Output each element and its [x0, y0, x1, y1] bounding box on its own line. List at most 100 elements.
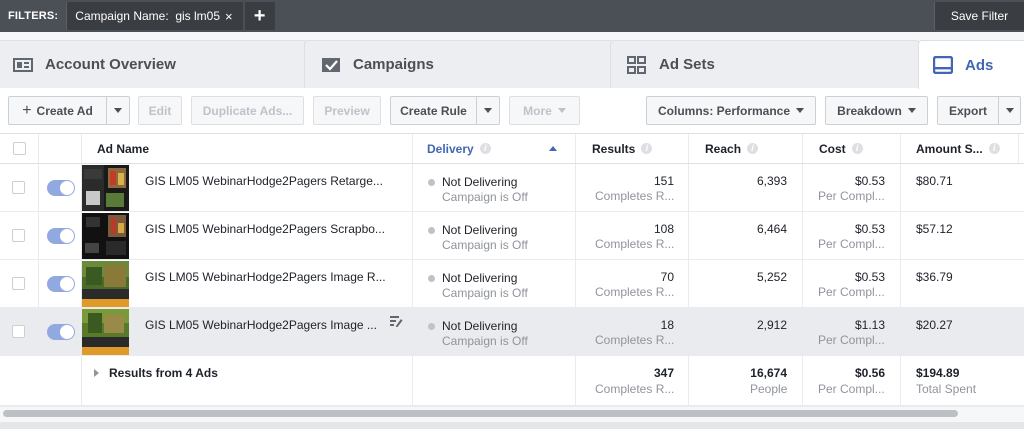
amount-spent-value: $80.71: [916, 174, 953, 188]
table-row[interactable]: GIS LM05 WebinarHodge2Pagers Scrapbo... …: [0, 212, 1024, 260]
export-dropdown[interactable]: [999, 96, 1021, 125]
ad-name[interactable]: GIS LM05 WebinarHodge2Pagers Image R...: [145, 270, 386, 284]
duplicate-ads-button[interactable]: Duplicate Ads...: [191, 96, 304, 125]
filter-chip-campaign-name[interactable]: Campaign Name: gis lm05 ×: [66, 2, 243, 30]
column-label: Cost: [819, 141, 846, 156]
cost-type: Per Compl...: [818, 285, 885, 299]
amount-spent-value: $36.79: [916, 270, 953, 284]
columns-button[interactable]: Columns: Performance: [646, 96, 816, 125]
bottom-edge: [0, 422, 1024, 429]
add-filter-button[interactable]: +: [244, 2, 275, 30]
summary-cost-type: Per Compl...: [818, 382, 885, 396]
export-button[interactable]: Export: [937, 96, 999, 125]
delivery-status: Not Delivering: [428, 223, 517, 237]
columns-label: Columns: Performance: [657, 103, 791, 118]
reach-value: 6,393: [756, 174, 787, 188]
edit-button[interactable]: Edit: [138, 96, 182, 125]
ad-thumbnail[interactable]: [82, 309, 129, 355]
ad-thumbnail[interactable]: [82, 213, 129, 259]
chevron-down-icon: [796, 108, 805, 113]
header-delivery[interactable]: Delivery i: [413, 134, 576, 163]
delivery-substatus: Campaign is Off: [442, 238, 528, 252]
create-ad-button[interactable]: + Create Ad: [8, 96, 107, 125]
header-checkbox-cell: [0, 134, 39, 163]
filters-label: FILTERS:: [8, 10, 59, 22]
breakdown-button[interactable]: Breakdown: [825, 96, 928, 125]
info-icon[interactable]: i: [851, 143, 863, 154]
info-icon[interactable]: i: [641, 143, 653, 154]
ad-toggle[interactable]: [47, 180, 75, 196]
ad-name[interactable]: GIS LM05 WebinarHodge2Pagers Image ...: [145, 318, 377, 332]
sort-ascending-icon: [549, 146, 557, 151]
column-label: Delivery: [427, 141, 474, 156]
chevron-down-icon: [557, 108, 566, 113]
info-icon[interactable]: i: [988, 143, 1000, 154]
column-label: Results: [592, 141, 636, 156]
plus-icon: +: [22, 101, 32, 119]
tab-ad-sets[interactable]: Ad Sets: [610, 40, 920, 88]
results-type: Completes R...: [595, 333, 675, 347]
expand-arrow-icon[interactable]: [94, 369, 99, 377]
more-button[interactable]: More: [509, 96, 580, 125]
ad-thumbnail[interactable]: [82, 165, 129, 211]
column-label: Reach: [705, 141, 742, 156]
dashboard-icon: [13, 56, 33, 74]
grid-icon: [627, 55, 647, 74]
row-checkbox[interactable]: [12, 277, 25, 290]
edit-pencil-icon[interactable]: [389, 314, 403, 331]
status-dot-icon: [428, 323, 435, 331]
row-checkbox[interactable]: [12, 181, 25, 194]
chevron-down-icon: [1005, 108, 1014, 113]
ad-name[interactable]: GIS LM05 WebinarHodge2Pagers Retarge...: [145, 174, 383, 188]
summary-results: 347: [653, 366, 674, 380]
cost-type: Per Compl...: [818, 189, 885, 203]
results-value: 151: [653, 174, 674, 188]
ad-toggle[interactable]: [47, 276, 75, 292]
create-rule-button[interactable]: Create Rule: [390, 96, 477, 125]
info-icon[interactable]: i: [479, 143, 491, 154]
filter-chip-text: Campaign Name: gis lm05: [75, 9, 221, 23]
row-checkbox[interactable]: [12, 325, 25, 338]
table-row[interactable]: GIS LM05 WebinarHodge2Pagers Image R... …: [0, 260, 1024, 308]
header-cost[interactable]: Cost i: [803, 134, 901, 163]
tab-account-overview[interactable]: Account Overview: [0, 40, 308, 88]
create-ad-dropdown[interactable]: [107, 96, 130, 125]
header-toggle-cell: [39, 134, 82, 163]
save-filter-button[interactable]: Save Filter: [934, 2, 1024, 30]
status-dot-icon: [428, 227, 435, 235]
preview-button[interactable]: Preview: [313, 96, 381, 125]
table-header: Ad Name Delivery i Results i Reach i Cos…: [0, 133, 1024, 164]
create-rule-dropdown[interactable]: [477, 96, 500, 125]
summary-row: Results from 4 Ads 347 Completes R... 16…: [0, 356, 1024, 406]
breakdown-label: Breakdown: [837, 103, 902, 118]
delivery-substatus: Campaign is Off: [442, 286, 528, 300]
ad-toggle[interactable]: [47, 324, 75, 340]
ad-name[interactable]: GIS LM05 WebinarHodge2Pagers Scrapbo...: [145, 222, 385, 236]
tab-ads[interactable]: Ads: [918, 40, 1024, 89]
results-type: Completes R...: [595, 285, 675, 299]
header-results[interactable]: Results i: [576, 134, 689, 163]
remove-filter-icon[interactable]: ×: [225, 9, 233, 24]
header-amount-spent[interactable]: Amount S... i: [901, 134, 1019, 163]
results-value: 108: [653, 222, 674, 236]
row-checkbox[interactable]: [12, 229, 25, 242]
select-all-checkbox[interactable]: [12, 142, 26, 155]
amount-spent-value: $20.27: [916, 318, 953, 332]
tab-campaigns[interactable]: Campaigns: [304, 40, 614, 88]
info-icon[interactable]: i: [747, 143, 759, 154]
ad-toggle[interactable]: [47, 228, 75, 244]
toolbar: + Create Ad Edit Duplicate Ads... Previe…: [0, 89, 1024, 133]
horizontal-scrollbar[interactable]: [3, 410, 958, 417]
summary-results-type: Completes R...: [595, 382, 675, 396]
header-reach[interactable]: Reach i: [689, 134, 803, 163]
summary-reach-type: People: [750, 382, 788, 396]
amount-spent-value: $57.12: [916, 222, 953, 236]
table-row[interactable]: GIS LM05 WebinarHodge2Pagers Image ... N…: [0, 308, 1024, 356]
status-dot-icon: [428, 275, 435, 283]
column-label: Ad Name: [97, 141, 150, 156]
header-ad-name[interactable]: Ad Name: [82, 134, 413, 163]
table-row[interactable]: GIS LM05 WebinarHodge2Pagers Retarge... …: [0, 164, 1024, 212]
chevron-down-icon: [484, 108, 492, 113]
ad-thumbnail[interactable]: [82, 261, 129, 307]
tab-label: Account Overview: [45, 56, 176, 73]
